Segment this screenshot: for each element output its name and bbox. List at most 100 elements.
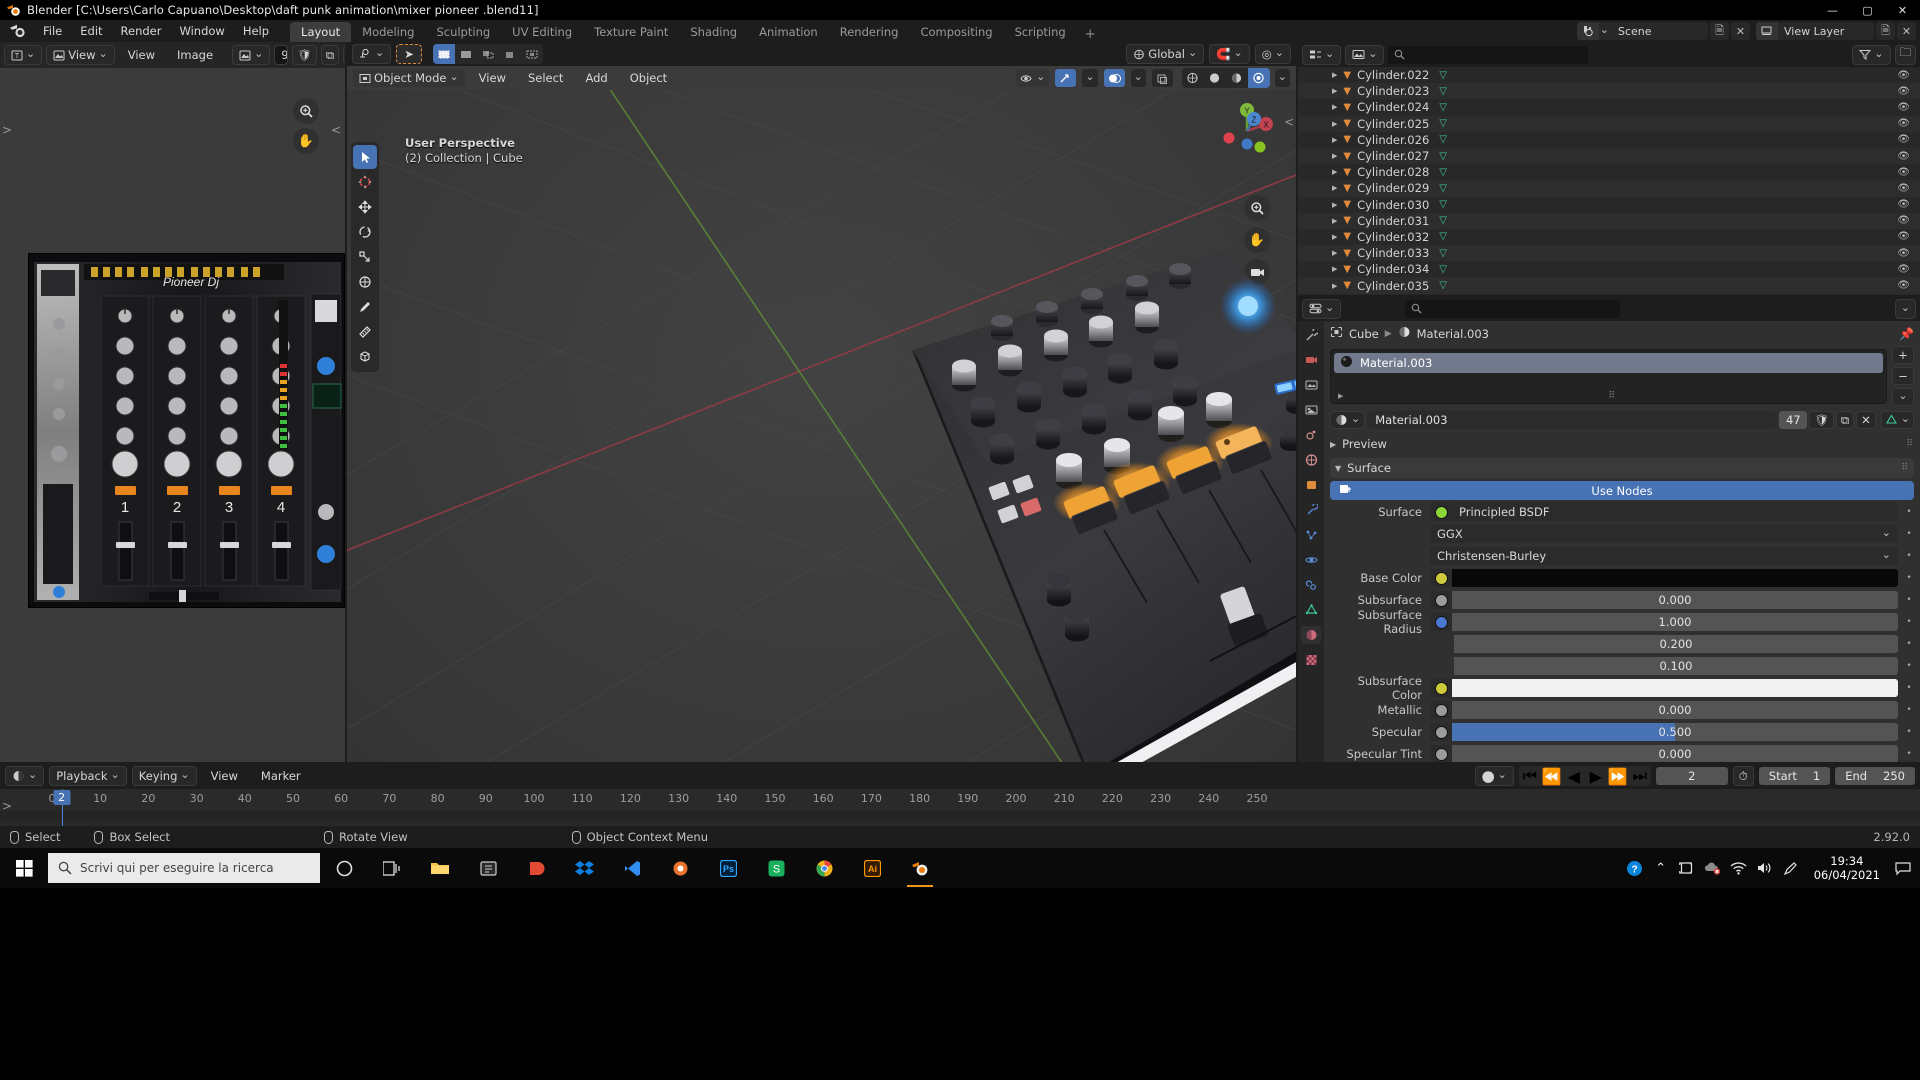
chrome-icon[interactable] xyxy=(800,848,848,888)
menu-help[interactable]: Help xyxy=(234,22,278,40)
visibility-eye-icon[interactable]: 👁 xyxy=(1897,118,1910,129)
animate-property-icon[interactable]: • xyxy=(1904,551,1914,561)
menu-file[interactable]: File xyxy=(34,22,71,40)
properties-options-button[interactable] xyxy=(1894,298,1916,319)
blender-logo-icon[interactable] xyxy=(8,23,28,39)
expand-arrow-icon[interactable]: ▶ xyxy=(1332,201,1337,209)
property-slider[interactable]: 0.000 xyxy=(1452,701,1898,719)
wireframe-shading-button[interactable] xyxy=(1181,68,1204,88)
animate-property-icon[interactable]: • xyxy=(1904,705,1914,715)
tab-layout[interactable]: Layout xyxy=(290,22,352,42)
menu-render[interactable]: Render xyxy=(112,22,171,40)
solid-shading-button[interactable] xyxy=(1203,68,1226,88)
animate-property-icon[interactable]: • xyxy=(1904,661,1914,671)
animate-property-icon[interactable]: • xyxy=(1904,683,1914,693)
outliner-item-cylinder.028[interactable]: ▶ ▼ Cylinder.028 ▽ 👁 xyxy=(1298,164,1920,181)
tab-modifiers[interactable] xyxy=(1301,501,1321,519)
expand-arrow-icon[interactable]: ▶ xyxy=(1332,71,1337,79)
dropbox-icon[interactable] xyxy=(560,848,608,888)
visibility-eye-icon[interactable]: 👁 xyxy=(1897,199,1910,210)
play-button[interactable]: ▶ xyxy=(1584,766,1607,786)
visibility-eye-icon[interactable]: 👁 xyxy=(1897,102,1910,113)
new-scene-button[interactable]: 🗎 xyxy=(1710,22,1729,40)
visibility-eye-icon[interactable]: 👁 xyxy=(1897,70,1910,81)
tab-view-layer[interactable] xyxy=(1301,401,1321,419)
image-sidebar-toggle-right[interactable]: < xyxy=(331,123,341,137)
visibility-eye-icon[interactable]: 👁 xyxy=(1897,264,1910,275)
outliner-item-cylinder.024[interactable]: ▶ ▼ Cylinder.024 ▽ 👁 xyxy=(1298,99,1920,116)
material-slot-list[interactable]: Material.003 ▶ ⠿ xyxy=(1330,349,1887,404)
fake-user-shield-button[interactable]: 🛡 xyxy=(1809,411,1834,429)
outliner-new-collection-button[interactable]: 🗀 xyxy=(1894,44,1916,65)
duplicate-image-button[interactable]: ⧉ xyxy=(320,45,340,65)
expand-arrow-icon[interactable]: ▶ xyxy=(1332,87,1337,95)
illustrator-icon[interactable]: Ai xyxy=(848,848,896,888)
mixer-3d-model[interactable] xyxy=(347,90,1296,762)
select-set-button[interactable] xyxy=(432,44,455,64)
color-swatch[interactable] xyxy=(1452,679,1898,697)
viewport-menu-add[interactable]: Add xyxy=(576,69,616,87)
vscode-icon[interactable] xyxy=(608,848,656,888)
outliner-editor-type-selector[interactable] xyxy=(1302,44,1342,65)
open-image-button[interactable]: 📁 xyxy=(343,45,345,65)
image-editor-menu-image[interactable]: Image xyxy=(168,46,222,64)
property-dropdown[interactable]: Christensen-Burley xyxy=(1430,547,1898,565)
tab-object-data[interactable] xyxy=(1301,601,1321,619)
image-view-mode-selector[interactable]: View xyxy=(46,45,115,65)
expand-arrow-icon[interactable]: ▶ xyxy=(1332,120,1337,128)
property-slider[interactable]: 1.000 xyxy=(1452,613,1898,631)
gizmo-dropdown-button[interactable] xyxy=(1081,68,1099,88)
tab-constraints[interactable] xyxy=(1301,576,1321,594)
outliner-display-mode-selector[interactable] xyxy=(1345,44,1385,65)
task-view-icon[interactable] xyxy=(368,848,416,888)
end-frame-field[interactable]: End 250 xyxy=(1835,767,1915,785)
outliner-filter-button[interactable] xyxy=(1852,44,1891,65)
preview-section-header[interactable]: ▶ Preview ⠿ xyxy=(1330,434,1914,454)
viewport-canvas[interactable]: User Perspective (2) Collection | Cube Y… xyxy=(347,90,1296,762)
expand-arrow-icon[interactable]: ▶ xyxy=(1332,168,1337,176)
properties-editor-type-selector[interactable] xyxy=(1302,298,1342,319)
current-frame-field[interactable]: 2 xyxy=(1655,767,1728,785)
outliner-item-cylinder.027[interactable]: ▶ ▼ Cylinder.027 ▽ 👁 xyxy=(1298,147,1920,165)
expand-arrow-icon[interactable]: ▶ xyxy=(1332,217,1337,225)
property-slider[interactable]: 0.500 xyxy=(1452,723,1898,741)
overlays-dropdown-button[interactable] xyxy=(1129,68,1147,88)
tab-physics[interactable] xyxy=(1301,551,1321,569)
outliner-item-cylinder.023[interactable]: ▶ ▼ Cylinder.023 ▽ 👁 xyxy=(1298,83,1920,100)
image-zoom-icon[interactable] xyxy=(293,98,319,124)
image-editor-menu-view[interactable]: View xyxy=(119,46,164,64)
menu-window[interactable]: Window xyxy=(170,22,233,40)
visibility-eye-icon[interactable]: 👁 xyxy=(1897,183,1910,194)
transform-orientation-selector[interactable]: Global xyxy=(1126,44,1205,64)
select-intersect-button[interactable] xyxy=(520,44,543,64)
outliner-item-cylinder.026[interactable]: ▶ ▼ Cylinder.026 ▽ 👁 xyxy=(1298,131,1920,148)
animate-property-icon[interactable]: • xyxy=(1904,595,1914,605)
unlink-material-button[interactable]: ✕ xyxy=(1856,411,1876,429)
snap-magnet-button[interactable]: 🧲 xyxy=(1209,44,1250,64)
visibility-filter-button[interactable] xyxy=(1015,68,1051,88)
property-dropdown[interactable]: GGX xyxy=(1430,525,1898,543)
jump-to-start-button[interactable]: ⏮ xyxy=(1518,766,1541,786)
overlays-toggle-button[interactable] xyxy=(1102,68,1126,88)
material-slot-expand-icon[interactable]: ▶ xyxy=(1338,392,1343,400)
node-socket-box[interactable] xyxy=(1430,569,1452,587)
visibility-eye-icon[interactable]: 👁 xyxy=(1897,231,1910,242)
delete-scene-button[interactable]: ✕ xyxy=(1731,22,1750,40)
material-slot-specials-button[interactable] xyxy=(1892,388,1914,406)
previous-keyframe-button[interactable]: ⏪ xyxy=(1540,766,1563,786)
image-name-field[interactable]: 916rYzxIyIL._AC_SL... xyxy=(274,45,289,65)
wifi-icon[interactable] xyxy=(1726,848,1752,888)
add-material-slot-button[interactable]: + xyxy=(1892,346,1914,364)
xray-toggle-button[interactable] xyxy=(1150,68,1174,88)
playback-menu[interactable]: Playback xyxy=(49,766,127,786)
expand-arrow-icon[interactable]: ▶ xyxy=(1332,265,1337,273)
timeline-menu-marker[interactable]: Marker xyxy=(252,767,310,785)
menu-edit[interactable]: Edit xyxy=(71,22,111,40)
new-viewlayer-button[interactable]: 🗎 xyxy=(1876,22,1895,40)
tab-render[interactable] xyxy=(1301,351,1321,369)
outliner-item-cylinder.032[interactable]: ▶ ▼ Cylinder.032 ▽ 👁 xyxy=(1298,228,1920,246)
visibility-eye-icon[interactable]: 👁 xyxy=(1897,215,1910,226)
breadcrumb-object-name[interactable]: Cube xyxy=(1349,327,1379,341)
property-slider[interactable]: 0.200 xyxy=(1454,635,1898,653)
properties-search-input[interactable] xyxy=(1405,299,1621,318)
